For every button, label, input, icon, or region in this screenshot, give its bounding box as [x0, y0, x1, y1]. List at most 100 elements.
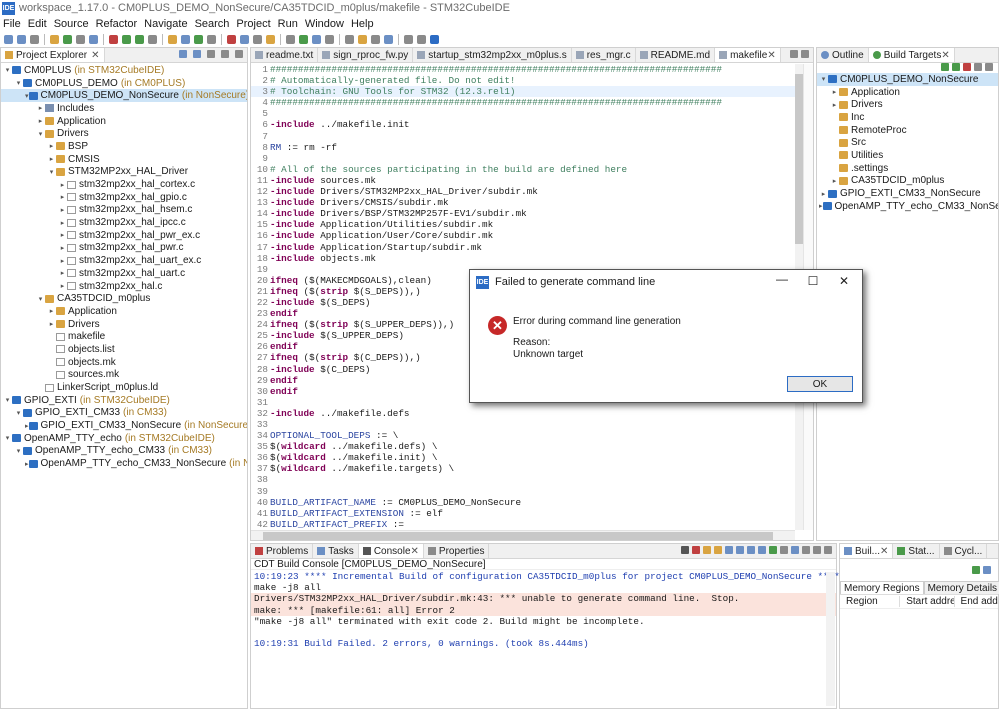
tree-item[interactable]: ▸ stm32mp2xx_hal_ipcc.c — [1, 216, 247, 229]
outline-item[interactable]: ▸ Drivers — [817, 98, 998, 111]
chevron-right-icon[interactable]: ▸ — [819, 202, 823, 210]
filter-icon[interactable] — [206, 49, 215, 58]
tab-build-targets[interactable]: Build Targets ✕ — [868, 48, 955, 62]
menu-item-run[interactable]: Run — [278, 18, 298, 30]
chevron-right-icon[interactable]: ▸ — [36, 104, 45, 112]
tree-item[interactable]: ▸ stm32mp2xx_hal_cortex.c — [1, 178, 247, 191]
column-header[interactable]: Start address — [899, 596, 954, 607]
close-icon[interactable]: ✕ — [941, 50, 949, 61]
menu-item-window[interactable]: Window — [305, 18, 344, 30]
toolbar-button-icon[interactable] — [430, 34, 439, 44]
tab-properties[interactable]: Properties — [424, 544, 490, 558]
tree-item[interactable]: ▸ stm32mp2xx_hal_gpio.c — [1, 191, 247, 204]
console-output[interactable]: 10:19:23 **** Incremental Build of confi… — [251, 570, 840, 649]
console-toolbar-icon[interactable] — [812, 545, 821, 554]
editor-scroll-thumb[interactable] — [795, 74, 803, 244]
toolbar-button-icon[interactable] — [207, 34, 216, 44]
tab-console[interactable]: Console ✕ — [358, 544, 424, 558]
close-icon[interactable]: ✕ — [411, 546, 419, 557]
tree-item[interactable]: ▾ CM0PLUS_DEMO (in CM0PLUS) — [1, 77, 247, 90]
menu-item-edit[interactable]: Edit — [28, 18, 47, 30]
chevron-right-icon[interactable]: ▸ — [58, 244, 67, 252]
refresh-icon[interactable] — [971, 566, 980, 574]
tree-item[interactable]: ▾ Drivers — [1, 127, 247, 140]
outline-item[interactable]: ▸ CA35TDCID_m0plus — [817, 175, 998, 188]
tree-item[interactable]: ▸ Application — [1, 305, 247, 318]
tree-item[interactable]: ▾ CM0PLUS (in STM32CubeIDE) — [1, 64, 247, 77]
chevron-right-icon[interactable]: ▸ — [47, 320, 56, 328]
chevron-down-icon[interactable]: ▾ — [36, 295, 45, 303]
toolbar-button-icon[interactable] — [63, 34, 72, 44]
tree-item[interactable]: ▸ stm32mp2xx_hal_hsem.c — [1, 204, 247, 217]
console-toolbar-icon[interactable] — [779, 545, 788, 554]
outline-item[interactable]: ▸ Application — [817, 86, 998, 99]
chevron-right-icon[interactable]: ▸ — [58, 269, 67, 277]
toolbar-button-icon[interactable] — [148, 34, 157, 44]
toolbar-button-icon[interactable] — [4, 34, 13, 44]
menu-item-file[interactable]: File — [3, 18, 21, 30]
tab-sign-rproc-fw-py[interactable]: sign_rproc_fw.py — [318, 48, 414, 62]
console-toolbar-icon[interactable] — [757, 545, 766, 554]
tree-item[interactable]: ▸ GPIO_EXTI_CM33_NonSecure (in NonSecure) — [1, 419, 247, 432]
toolbar-button-icon[interactable] — [194, 34, 203, 44]
toolbar-button-icon[interactable] — [404, 34, 413, 44]
chevron-right-icon[interactable]: ▸ — [58, 282, 67, 290]
chevron-right-icon[interactable]: ▸ — [36, 117, 45, 125]
console-toolbar-icon[interactable] — [790, 545, 799, 554]
toolbar-button-icon[interactable] — [358, 34, 367, 44]
chevron-right-icon[interactable]: ▸ — [830, 177, 839, 185]
subtab-memory-details[interactable]: Memory Details — [923, 581, 999, 594]
outline-item[interactable]: RemoteProc — [817, 124, 998, 137]
toolbar-button-icon[interactable] — [253, 34, 262, 44]
delete-target-icon[interactable] — [962, 63, 971, 71]
outline-item[interactable]: Src — [817, 136, 998, 149]
tree-item[interactable]: ▸ CMSIS — [1, 153, 247, 166]
editor-hscroll-thumb[interactable] — [263, 532, 773, 540]
tab-project-explorer[interactable]: Project Explorer ✕ — [1, 48, 105, 62]
tree-item[interactable]: ▸ stm32mp2xx_hal.c — [1, 280, 247, 293]
toolbar-button-icon[interactable] — [299, 34, 308, 44]
console-scrollbar[interactable] — [826, 572, 835, 706]
console-toolbar-icon[interactable] — [735, 545, 744, 554]
close-icon[interactable]: ✕ — [880, 546, 888, 557]
chevron-down-icon[interactable]: ▾ — [3, 396, 12, 404]
chevron-down-icon[interactable]: ▾ — [25, 92, 29, 100]
menu-item-navigate[interactable]: Navigate — [144, 18, 187, 30]
toolbar-button-icon[interactable] — [312, 34, 321, 44]
toolbar-button-icon[interactable] — [227, 34, 236, 44]
console-toolbar-icon[interactable] — [680, 545, 689, 554]
toolbar-button-icon[interactable] — [30, 34, 39, 44]
tab-problems[interactable]: Problems — [251, 544, 314, 558]
toolbar-button-icon[interactable] — [76, 34, 85, 44]
chevron-down-icon[interactable]: ▾ — [819, 75, 828, 83]
link-editor-icon[interactable] — [193, 49, 202, 58]
menu-item-project[interactable]: Project — [236, 18, 270, 30]
minimize-icon[interactable] — [789, 49, 798, 58]
column-header[interactable]: End addre — [953, 596, 998, 607]
tree-item[interactable]: objects.mk — [1, 356, 247, 369]
toolbar-button-icon[interactable] — [266, 34, 275, 44]
tree-item[interactable]: ▾ CM0PLUS_DEMO_NonSecure (in NonSecure) — [1, 89, 247, 103]
view-menu-icon[interactable] — [984, 63, 993, 71]
minimize-button[interactable]: — — [771, 272, 793, 286]
chevron-right-icon[interactable]: ▸ — [58, 219, 67, 227]
chevron-right-icon[interactable]: ▸ — [830, 88, 839, 96]
tab-res-mgr-c[interactable]: res_mgr.c — [572, 48, 636, 62]
close-icon[interactable]: ✕ — [91, 50, 99, 61]
toolbar-button-icon[interactable] — [168, 34, 177, 44]
console-toolbar-icon[interactable] — [724, 545, 733, 554]
view-menu-icon[interactable] — [220, 49, 229, 58]
tree-item[interactable]: ▸ Application — [1, 115, 247, 128]
menu-item-help[interactable]: Help — [351, 18, 374, 30]
toolbar-button-icon[interactable] — [371, 34, 380, 44]
subtab-memory-regions[interactable]: Memory Regions — [840, 581, 924, 594]
outline-item[interactable]: .settings — [817, 162, 998, 175]
console-toolbar-icon[interactable] — [823, 545, 832, 554]
build-target-icon[interactable] — [940, 63, 949, 71]
toolbar-button-icon[interactable] — [122, 34, 131, 44]
tab-tasks[interactable]: Tasks — [313, 544, 359, 558]
tab-right-2[interactable]: Cycl... — [940, 544, 988, 558]
chevron-down-icon[interactable]: ▾ — [14, 447, 23, 455]
tab-readme-md[interactable]: README.md — [636, 48, 716, 62]
menu-item-refactor[interactable]: Refactor — [96, 18, 138, 30]
